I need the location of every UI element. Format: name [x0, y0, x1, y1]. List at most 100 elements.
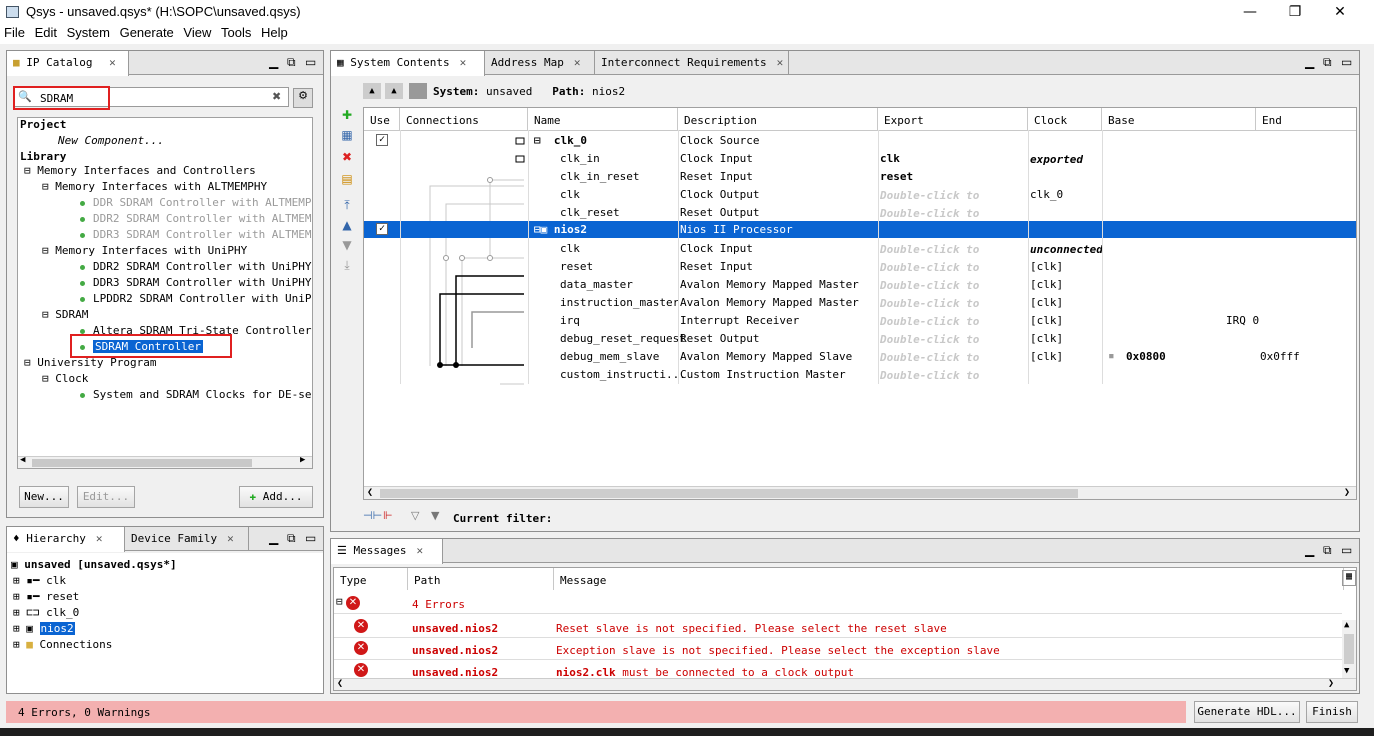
table-row[interactable]: debug_reset_request Reset Output Double-…	[364, 329, 1356, 347]
generate-hdl-button[interactable]: Generate HDL...	[1194, 701, 1300, 723]
col-export[interactable]: Export	[878, 108, 1028, 130]
collapse-icon[interactable]: ⊟	[24, 356, 31, 369]
maximize-panel-icon[interactable]: ▭	[305, 531, 316, 545]
filter-icon[interactable]: ▽	[411, 509, 419, 522]
table-row-selected[interactable]: ✓ ⊟▣ nios2 Nios II Processor	[364, 221, 1356, 238]
tree-ddr3-altmemphy[interactable]: DDR3 SDRAM Controller with ALTMEMPHY	[80, 228, 312, 241]
row-export[interactable]: reset	[880, 170, 913, 183]
table-row[interactable]: clk Clock Input Double-click to unconnec…	[364, 239, 1356, 257]
message-row[interactable]: ✕ unsaved.nios2 Reset slave is not speci…	[334, 616, 1342, 638]
row-export[interactable]: Double-click to	[880, 261, 979, 274]
close-tab-icon[interactable]: ✕	[460, 56, 467, 69]
maximize-panel-icon[interactable]: ▭	[305, 55, 316, 69]
nav-up-icon[interactable]: ▲	[363, 83, 381, 99]
row-export[interactable]: Double-click to	[880, 189, 979, 202]
table-row[interactable]: clk Clock Output Double-click to clk_0	[364, 185, 1356, 203]
minimize-panel-icon[interactable]: ▁	[269, 531, 278, 545]
row-clock[interactable]: unconnected	[1030, 243, 1102, 256]
float-panel-icon[interactable]: ⧉	[1323, 543, 1332, 558]
hier-connections[interactable]: ⊞ ■ Connections	[13, 638, 112, 651]
add-connection-icon[interactable]: ▦	[339, 127, 355, 143]
scroll-left-icon[interactable]: ❮	[367, 487, 373, 498]
expand-icon[interactable]: ⊞	[13, 606, 20, 619]
messages-hscrollbar[interactable]: ❮ ❯	[334, 678, 1356, 690]
collapse-icon[interactable]: ⊟	[336, 595, 343, 608]
minimize-panel-icon[interactable]: ▁	[1305, 543, 1314, 557]
tab-hierarchy[interactable]: ♦ Hierarchy ✕	[7, 527, 125, 552]
scroll-down-icon[interactable]: ▼	[1344, 666, 1349, 676]
tree-de-clocks[interactable]: System and SDRAM Clocks for DE-series	[80, 388, 312, 401]
hier-root[interactable]: ▣ unsaved [unsaved.qsys*]	[11, 558, 177, 571]
collapse-icon[interactable]: ⊟	[42, 180, 49, 193]
settings-gear-icon[interactable]: ⚙	[293, 88, 313, 108]
scroll-left-icon[interactable]: ❮	[337, 678, 343, 689]
close-tab-icon[interactable]: ✕	[777, 56, 784, 69]
table-row[interactable]: clk_reset Reset Output Double-click to	[364, 203, 1356, 221]
move-up-icon[interactable]: ▲	[339, 217, 355, 233]
tab-system-contents[interactable]: ▦ System Contents ✕	[331, 51, 485, 76]
use-checkbox[interactable]: ✓	[376, 134, 388, 146]
tab-ip-catalog[interactable]: ■ IP Catalog ✕	[7, 51, 129, 76]
row-base[interactable]: IRQ 0	[1226, 314, 1259, 327]
use-checkbox[interactable]: ✓	[376, 223, 388, 235]
remove-icon[interactable]: ✖	[339, 149, 355, 165]
col-name[interactable]: Name	[528, 108, 678, 130]
tree-ddr2-uniphy[interactable]: DDR2 SDRAM Controller with UniPHY	[80, 260, 312, 273]
col-end[interactable]: End	[1256, 108, 1356, 130]
scroll-right-icon[interactable]: ❯	[1328, 678, 1334, 689]
menu-system[interactable]: System	[63, 24, 110, 40]
scroll-right-icon[interactable]: ▶	[300, 455, 305, 465]
tree-clock[interactable]: ⊟ Clock	[42, 372, 88, 385]
menu-help[interactable]: Help	[257, 24, 288, 40]
table-row[interactable]: data_master Avalon Memory Mapped Master …	[364, 275, 1356, 293]
row-clock[interactable]: [clk]	[1030, 260, 1063, 273]
edit-button[interactable]: Edit...	[77, 486, 135, 508]
row-export[interactable]: Double-click to	[880, 351, 979, 364]
message-summary-row[interactable]: ⊟ ✕ 4 Errors	[334, 592, 1342, 614]
col-base[interactable]: Base	[1102, 108, 1256, 130]
row-clock[interactable]: [clk]	[1030, 332, 1063, 345]
maximize-panel-icon[interactable]: ▭	[1341, 543, 1352, 557]
hier-nios2[interactable]: ⊞ ▣ nios2	[13, 622, 75, 635]
col-clock[interactable]: Clock	[1028, 108, 1102, 130]
expand-icon[interactable]: ⊞	[13, 638, 20, 651]
move-top-icon[interactable]: ⤒	[339, 197, 355, 213]
message-row[interactable]: ✕ unsaved.nios2 Exception slave is not s…	[334, 638, 1342, 660]
message-row[interactable]: ✕ unsaved.nios2 nios2.clk must be connec…	[334, 660, 1342, 680]
table-row[interactable]: debug_mem_slave Avalon Memory Mapped Sla…	[364, 347, 1356, 365]
row-clock[interactable]: [clk]	[1030, 350, 1063, 363]
hier-reset[interactable]: ⊞ ▪━ reset	[13, 590, 79, 603]
row-export[interactable]: Double-click to	[880, 315, 979, 328]
tree-lpddr2-uniphy[interactable]: LPDDR2 SDRAM Controller with UniPHY	[80, 292, 312, 305]
close-tab-icon[interactable]: ✕	[416, 544, 423, 557]
collapse-icon[interactable]: ⊟	[42, 244, 49, 257]
nav-top-icon[interactable]: ▲	[385, 83, 403, 99]
scroll-thumb[interactable]	[1344, 634, 1354, 664]
close-tab-icon[interactable]: ✕	[227, 532, 234, 545]
scroll-thumb[interactable]	[380, 489, 1078, 498]
scroll-thumb[interactable]	[32, 459, 252, 467]
table-row[interactable]: custom_instructi... Custom Instruction M…	[364, 365, 1356, 383]
hier-clk0[interactable]: ⊞ ⊏⊐ clk_0	[13, 606, 79, 619]
close-tab-icon[interactable]: ✕	[574, 56, 581, 69]
tree-ddr3-uniphy[interactable]: DDR3 SDRAM Controller with UniPHY	[80, 276, 312, 289]
col-description[interactable]: Description	[678, 108, 878, 130]
menu-file[interactable]: File	[0, 24, 25, 40]
float-panel-icon[interactable]: ⧉	[1323, 55, 1332, 70]
collapse-icon[interactable]: ⊟	[24, 164, 31, 177]
expand-icon[interactable]: ⊞	[13, 574, 20, 587]
move-down-icon[interactable]: ▼	[339, 237, 355, 253]
tab-interconnect[interactable]: Interconnect Requirements ✕	[595, 51, 789, 75]
table-row[interactable]: ✓ ⊟ clk_0 Clock Source	[364, 131, 1356, 149]
msg-col-message[interactable]: Message	[554, 568, 1344, 590]
close-tab-icon[interactable]: ✕	[109, 56, 116, 69]
tab-address-map[interactable]: Address Map ✕	[485, 51, 595, 75]
row-export[interactable]: Double-click to	[880, 243, 979, 256]
new-button[interactable]: New...	[19, 486, 69, 508]
close-button[interactable]: ✕	[1318, 2, 1362, 22]
expand-icon[interactable]: ⊞	[13, 622, 20, 635]
table-row[interactable]: irq Interrupt Receiver Double-click to […	[364, 311, 1356, 329]
add-button[interactable]: ✚ Add...	[239, 486, 313, 508]
float-panel-icon[interactable]: ⧉	[287, 531, 296, 546]
minimize-panel-icon[interactable]: ▁	[1305, 55, 1314, 69]
